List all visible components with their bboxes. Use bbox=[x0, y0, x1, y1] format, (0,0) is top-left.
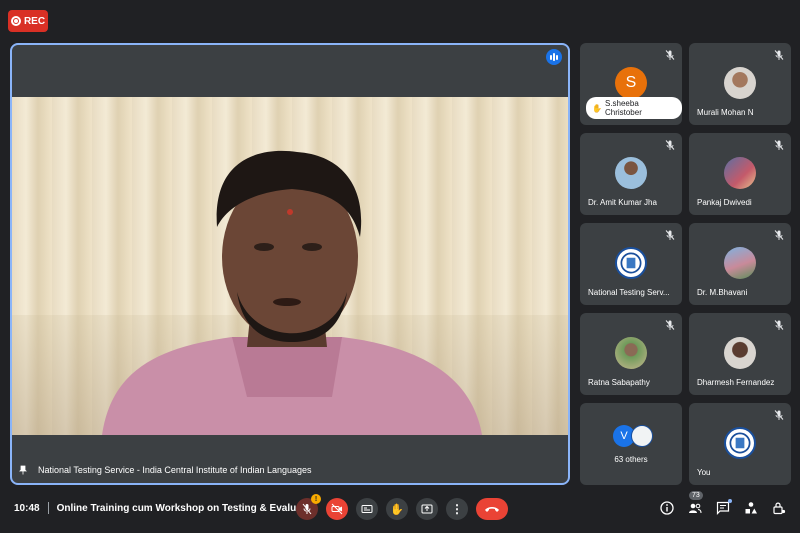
avatar-initial: V bbox=[620, 430, 628, 442]
meeting-details-button[interactable] bbox=[660, 501, 674, 515]
call-controls: ! ✋ ⋮ bbox=[296, 494, 508, 520]
others-count-label: 63 others bbox=[614, 455, 648, 464]
leave-call-button[interactable] bbox=[476, 498, 508, 520]
chat-icon bbox=[716, 501, 730, 515]
speaker-video-image bbox=[102, 150, 482, 435]
avatar bbox=[631, 425, 653, 447]
chat-button[interactable] bbox=[716, 499, 732, 515]
hand-raised-icon: ✋ bbox=[592, 103, 602, 113]
participant-name: Pankaj Dwivedi bbox=[697, 198, 752, 207]
avatar bbox=[724, 427, 756, 459]
others-tile[interactable]: V 63 others bbox=[580, 403, 682, 485]
people-button[interactable]: 73 bbox=[688, 491, 703, 515]
camera-toggle-button[interactable] bbox=[326, 498, 348, 520]
mic-off-icon bbox=[665, 140, 675, 150]
more-vert-icon: ⋮ bbox=[451, 502, 463, 516]
participant-tile[interactable]: Murali Mohan N bbox=[689, 43, 791, 125]
activities-button[interactable] bbox=[744, 501, 758, 515]
warning-icon: ! bbox=[311, 494, 321, 504]
participant-tile[interactable]: National Testing Serv... bbox=[580, 223, 682, 305]
main-video bbox=[12, 97, 568, 435]
host-controls-button[interactable] bbox=[772, 501, 786, 515]
mic-off-icon bbox=[774, 320, 784, 330]
avatar-initial: S bbox=[625, 74, 637, 91]
avatar bbox=[724, 67, 756, 99]
participant-name: Dr. Amit Kumar Jha bbox=[588, 198, 657, 207]
hang-up-icon bbox=[485, 507, 499, 512]
mic-off-icon bbox=[665, 230, 675, 240]
more-options-button[interactable]: ⋮ bbox=[446, 498, 468, 520]
rec-label: REC bbox=[23, 15, 46, 27]
participant-name: S.sheeba Christober bbox=[604, 99, 642, 117]
avatar bbox=[724, 157, 756, 189]
camera-off-icon bbox=[331, 503, 343, 515]
participant-name: National Testing Serv... bbox=[588, 288, 670, 297]
avatar bbox=[724, 337, 756, 369]
captions-icon bbox=[361, 505, 373, 513]
bottom-toolbar: 10:48 Online Training cum Workshop on Te… bbox=[0, 490, 800, 533]
mic-off-icon bbox=[774, 410, 784, 420]
others-avatar-stack: V bbox=[613, 425, 653, 447]
participant-name: Dr. M.Bhavani bbox=[697, 288, 748, 297]
participant-name: Murali Mohan N bbox=[697, 108, 754, 117]
participant-name: Dharmesh Fernandez bbox=[697, 378, 775, 387]
speaking-indicator-icon bbox=[546, 49, 562, 65]
participant-tile[interactable]: Pankaj Dwivedi bbox=[689, 133, 791, 215]
participant-tile[interactable]: S ✋ S.sheeba Christober bbox=[580, 43, 682, 125]
avatar: S bbox=[615, 67, 647, 99]
record-icon bbox=[10, 16, 21, 26]
raise-hand-button[interactable]: ✋ bbox=[386, 498, 408, 520]
present-screen-icon bbox=[421, 504, 433, 514]
captions-button[interactable] bbox=[356, 498, 378, 520]
self-tile[interactable]: You bbox=[689, 403, 791, 485]
avatar bbox=[724, 247, 756, 279]
mic-off-icon bbox=[665, 320, 675, 330]
divider bbox=[47, 502, 49, 514]
mic-toggle-button[interactable]: ! bbox=[296, 494, 321, 520]
participant-tile[interactable]: Dr. Amit Kumar Jha bbox=[580, 133, 682, 215]
participant-name: You bbox=[697, 468, 711, 477]
present-button[interactable] bbox=[416, 498, 438, 520]
notification-dot bbox=[728, 499, 732, 503]
mic-off-icon bbox=[774, 230, 784, 240]
main-speaker-caption: National Testing Service - India Central… bbox=[18, 465, 312, 475]
info-icon bbox=[660, 501, 674, 515]
name-pill: ✋ S.sheeba Christober bbox=[586, 97, 682, 119]
activities-icon bbox=[745, 502, 757, 514]
avatar bbox=[615, 337, 647, 369]
mic-off-icon bbox=[302, 503, 312, 515]
people-icon bbox=[689, 503, 702, 514]
participant-name: Ratna Sabapathy bbox=[588, 378, 650, 387]
meeting-info: 10:48 Online Training cum Workshop on Te… bbox=[14, 502, 305, 514]
meeting-title[interactable]: Online Training cum Workshop on Testing … bbox=[57, 503, 305, 514]
participant-tile[interactable]: Dharmesh Fernandez bbox=[689, 313, 791, 395]
mic-off-icon bbox=[774, 50, 784, 60]
rec-badge: REC bbox=[8, 10, 48, 32]
avatar bbox=[615, 157, 647, 189]
avatar bbox=[615, 247, 647, 279]
side-controls: 73 bbox=[660, 491, 786, 515]
clock-time: 10:48 bbox=[14, 502, 40, 514]
people-count-badge: 73 bbox=[689, 491, 703, 500]
main-speaker-name: National Testing Service - India Central… bbox=[38, 465, 312, 475]
mic-off-icon bbox=[665, 50, 675, 60]
participant-tile[interactable]: Ratna Sabapathy bbox=[580, 313, 682, 395]
lock-person-icon bbox=[773, 502, 786, 515]
hand-icon: ✋ bbox=[390, 503, 404, 516]
participant-tile[interactable]: Dr. M.Bhavani bbox=[689, 223, 791, 305]
main-speaker-tile[interactable]: National Testing Service - India Central… bbox=[10, 43, 570, 485]
mic-off-icon bbox=[774, 140, 784, 150]
pin-icon[interactable] bbox=[18, 465, 28, 475]
